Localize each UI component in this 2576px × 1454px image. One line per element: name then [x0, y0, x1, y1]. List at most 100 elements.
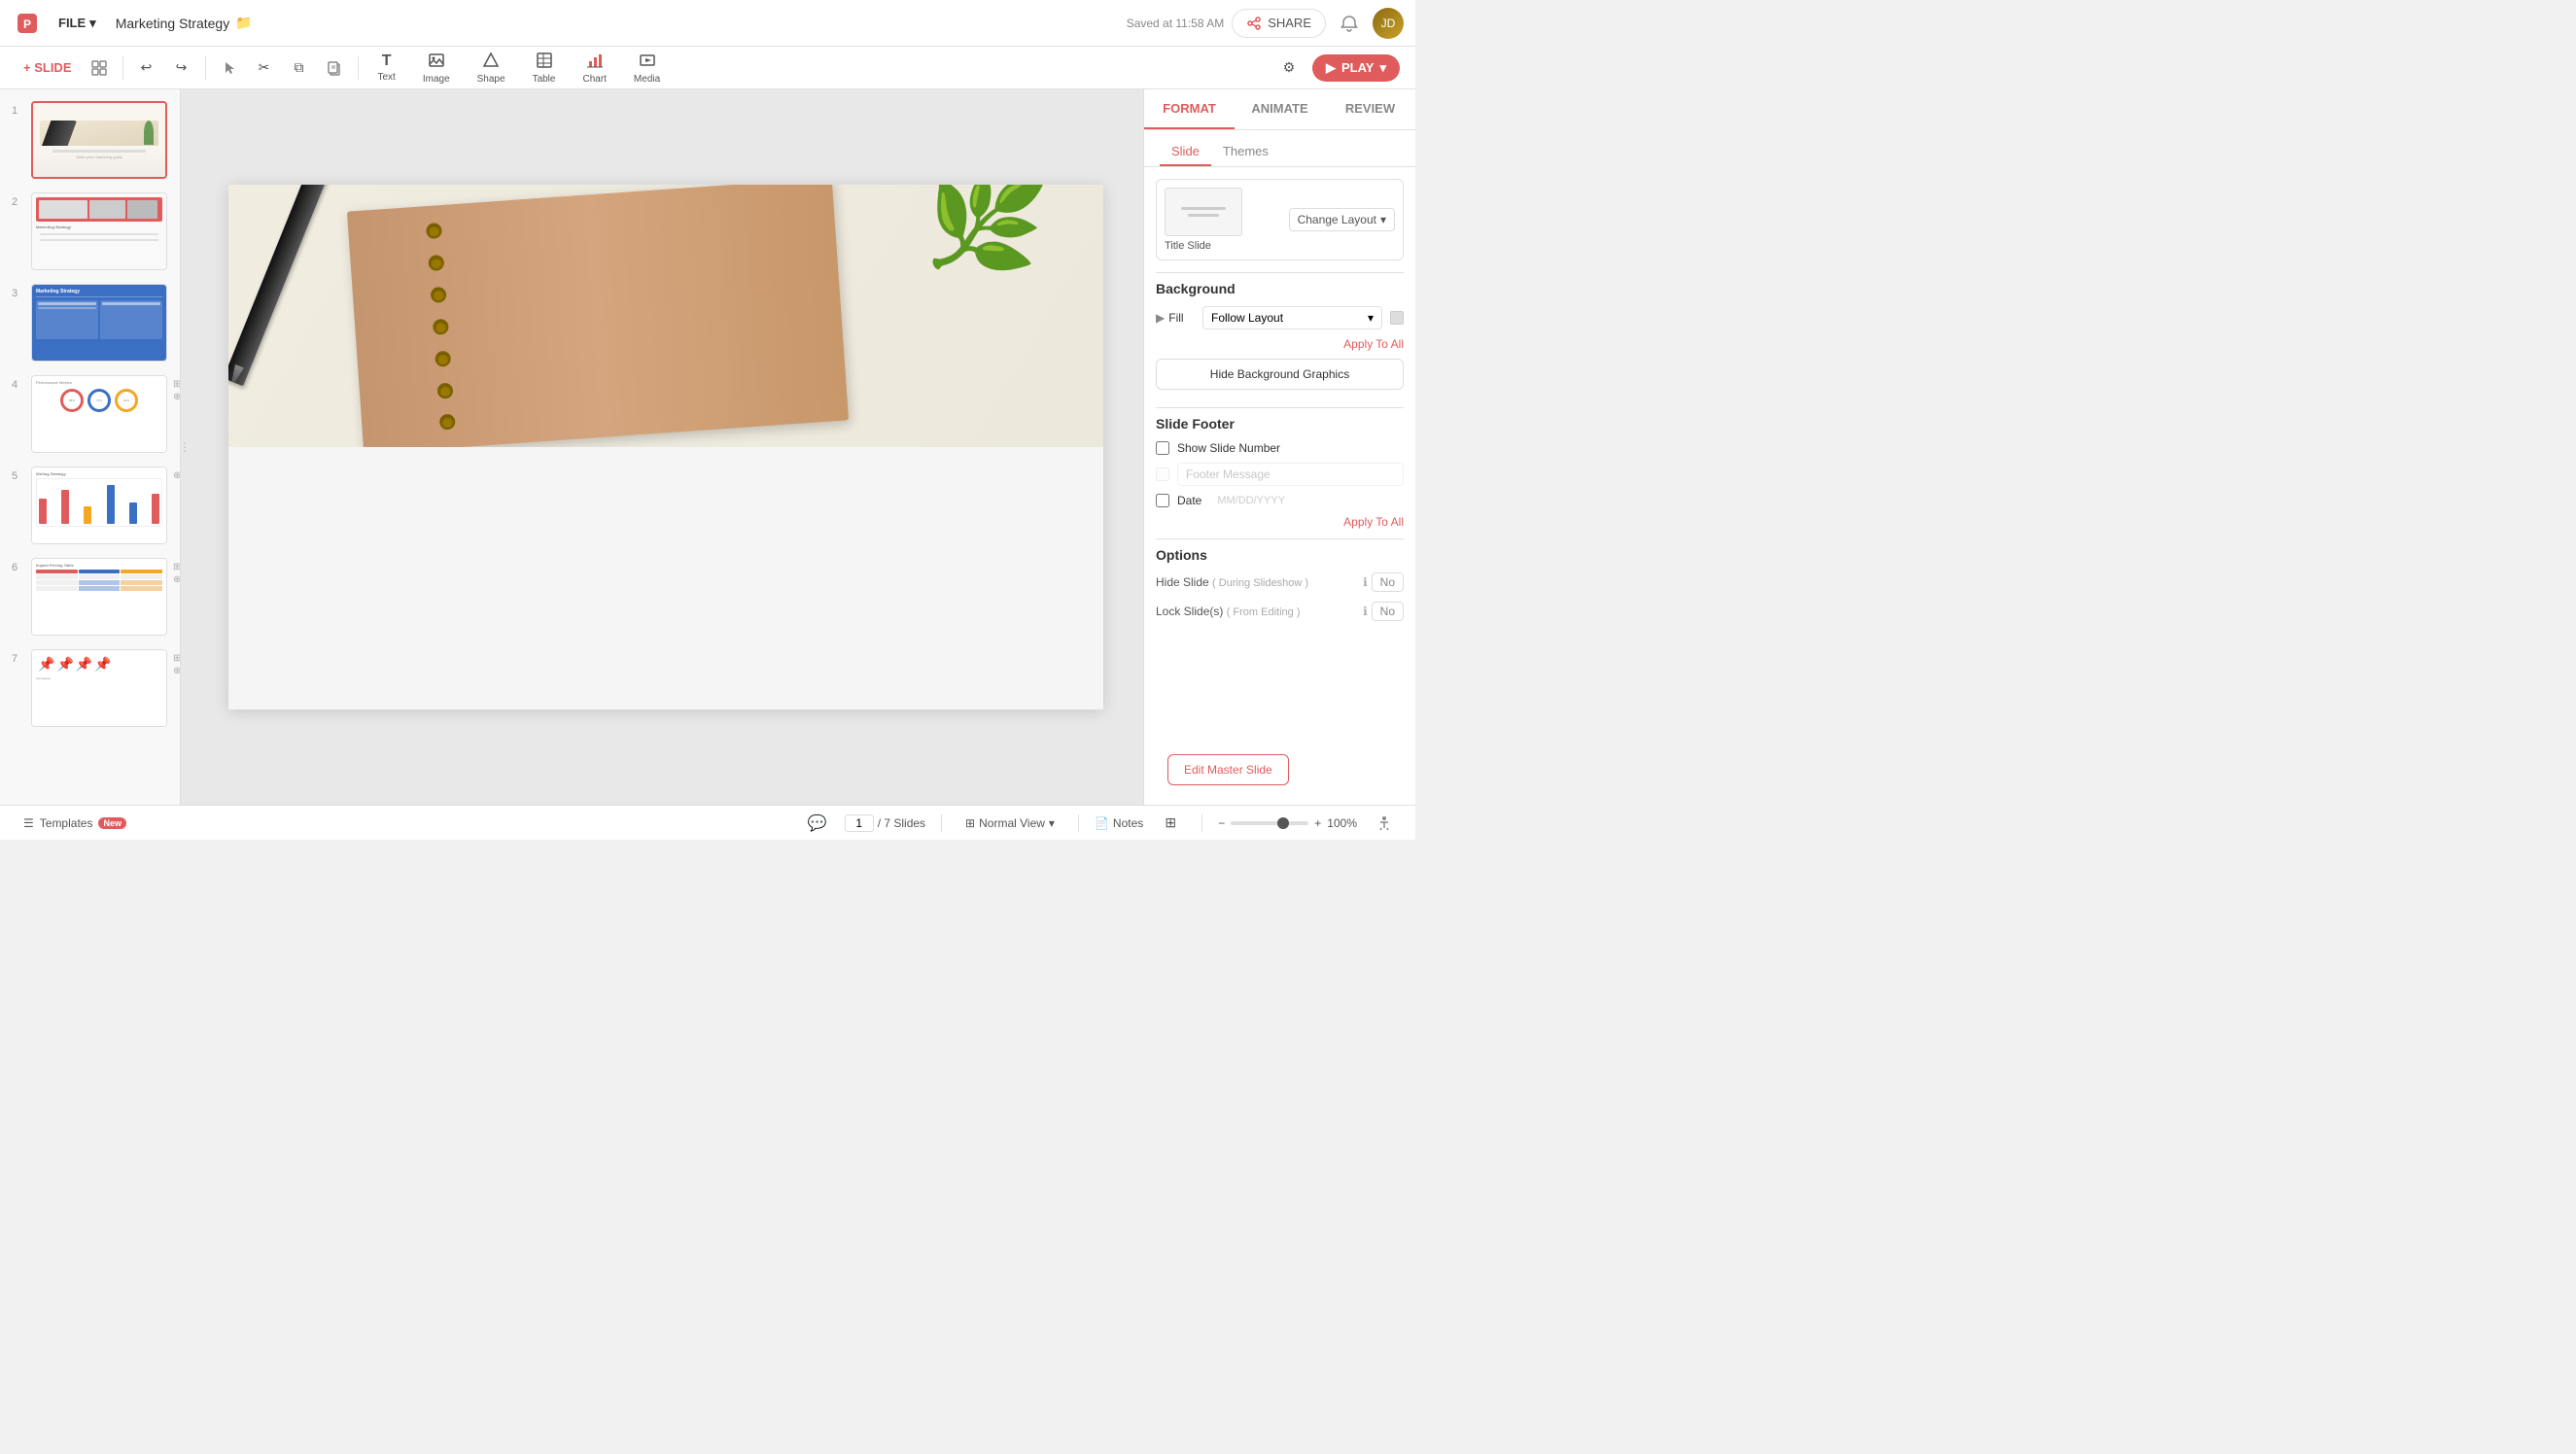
slide-preview-3[interactable]: Marketing Strategy [31, 284, 167, 362]
plant-visual: 🌿 [917, 185, 1053, 282]
slide-thumb-5[interactable]: 5 Writing Strategy [8, 463, 172, 548]
bottom-divider-3 [1201, 814, 1202, 832]
paste-icon[interactable] [319, 52, 350, 84]
footer-apply-all[interactable]: Apply To All [1156, 515, 1404, 529]
scissors-icon[interactable]: ✂ [249, 52, 280, 84]
show-slide-number-checkbox[interactable] [1156, 441, 1169, 455]
background-section: Background ▶ Fill Follow Layout ▾ Apply … [1156, 281, 1404, 399]
slide-thumb-3[interactable]: 3 Marketing Strategy [8, 280, 172, 365]
fill-dropdown[interactable]: Follow Layout ▾ [1202, 306, 1382, 329]
bottom-right: 💬 / 7 Slides ⊞ Normal View ▾ 📄 Notes ⊞ −… [802, 808, 1400, 839]
hide-slide-no[interactable]: No [1372, 572, 1404, 592]
share-button[interactable]: SHARE [1232, 9, 1326, 38]
cursor-icon[interactable] [214, 52, 245, 84]
accessibility-icon[interactable] [1369, 808, 1400, 839]
options-section: Options Hide Slide ( During Slideshow ) … [1156, 547, 1404, 621]
slide-preview-4[interactable]: Performance Metrics 85% 72% 91% [31, 375, 167, 453]
slide-preview-5[interactable]: Writing Strategy [31, 467, 167, 544]
templates-button[interactable]: ☰ Templates New [16, 813, 134, 834]
slide-thumb-1[interactable]: 1 State your marketing goals [8, 97, 172, 183]
page-total: / 7 Slides [878, 816, 925, 830]
redo-icon[interactable]: ↪ [166, 52, 197, 84]
apply-to-all-link[interactable]: Apply To All [1156, 337, 1404, 351]
zoom-out-icon[interactable]: − [1218, 816, 1225, 830]
svg-text:P: P [23, 17, 31, 31]
date-checkbox[interactable] [1156, 494, 1169, 507]
hide-background-graphics-button[interactable]: Hide Background Graphics [1156, 359, 1404, 390]
play-button[interactable]: ▶ PLAY ▾ [1312, 54, 1400, 82]
resize-handle[interactable]: ⋮ [181, 89, 189, 805]
right-content: Title Slide Change Layout ▾ Background ▶… [1144, 167, 1415, 746]
change-layout-label: Change Layout [1298, 213, 1376, 226]
divider-3 [1156, 538, 1404, 539]
current-page-input[interactable] [845, 814, 874, 832]
slide-icons-4: ⊞ ⊕ [173, 379, 181, 402]
edit-master-slide-button[interactable]: Edit Master Slide [1167, 754, 1289, 785]
user-avatar[interactable]: JD [1373, 8, 1404, 39]
page-indicator: / 7 Slides [845, 814, 925, 832]
grid-view-icon[interactable] [84, 52, 115, 84]
slide-thumb-7[interactable]: 7 📌 📌 📌 📌 Icon layout ⊞ ⊕ [8, 645, 172, 731]
sub-tab-slide[interactable]: Slide [1160, 138, 1211, 166]
tab-review[interactable]: REVIEW [1325, 89, 1415, 129]
tab-animate[interactable]: ANIMATE [1235, 89, 1325, 129]
slide-thumb-6[interactable]: 6 Impact Pricing Table ⊞ ⊕ [8, 554, 172, 640]
footer-message-checkbox[interactable] [1156, 467, 1169, 481]
notes-button[interactable]: 📄 Notes [1095, 816, 1143, 830]
text-tool[interactable]: T Text [366, 49, 407, 87]
add-slide-label: + SLIDE [23, 60, 72, 75]
grid-slides-icon[interactable]: ⊞ [1155, 808, 1186, 839]
file-menu[interactable]: FILE ▾ [51, 12, 104, 35]
media-icon [639, 52, 656, 72]
chat-icon[interactable]: 💬 [802, 808, 833, 839]
table-tool[interactable]: Table [521, 48, 568, 88]
date-value: MM/DD/YYYY [1217, 495, 1404, 506]
zoom-slider[interactable] [1231, 821, 1308, 825]
document-title: Marketing Strategy 📁 [116, 15, 253, 31]
change-layout-chevron: ▾ [1380, 213, 1386, 226]
notifications-icon[interactable] [1334, 8, 1365, 39]
background-title: Background [1156, 281, 1404, 296]
slide-preview-2[interactable]: Marketing Strategy [31, 192, 167, 270]
fill-color-swatch[interactable] [1390, 311, 1404, 325]
view-selector[interactable]: ⊞ Normal View ▾ [957, 813, 1062, 834]
slides-panel: 1 State your marketing goals 2 [0, 89, 181, 805]
settings-icon[interactable]: ⚙ [1273, 52, 1305, 84]
tab-format[interactable]: FORMAT [1144, 89, 1235, 129]
slide-preview-7[interactable]: 📌 📌 📌 📌 Icon layout [31, 649, 167, 727]
main-content: 1 State your marketing goals 2 [0, 89, 1415, 805]
slide-preview-6[interactable]: Impact Pricing Table [31, 558, 167, 636]
sub-tab-themes[interactable]: Themes [1211, 138, 1280, 166]
lock-slide-no[interactable]: No [1372, 602, 1404, 621]
shape-tool[interactable]: Shape [466, 48, 517, 88]
copy-icon[interactable]: ⧉ [284, 52, 315, 84]
media-tool[interactable]: Media [622, 48, 672, 88]
slide-canvas[interactable]: 🌿 [228, 185, 1103, 710]
hide-slide-toggle: ℹ No [1363, 572, 1404, 592]
zoom-in-icon[interactable]: + [1314, 816, 1321, 830]
image-tool[interactable]: Image [411, 48, 462, 88]
change-layout-button[interactable]: Change Layout ▾ [1289, 208, 1395, 231]
slide-icons-5: ⊕ [173, 470, 181, 481]
footer-message-input[interactable] [1177, 463, 1404, 486]
undo-icon[interactable]: ↩ [131, 52, 162, 84]
ring-5 [435, 350, 451, 366]
zoom-thumb[interactable] [1277, 817, 1289, 829]
chart-tool[interactable]: Chart [571, 48, 617, 88]
ring-7 [439, 414, 456, 431]
ring-3 [431, 287, 447, 303]
share-icon [1246, 16, 1262, 31]
add-slide-button[interactable]: + SLIDE [16, 56, 80, 79]
slide-num-3: 3 [12, 288, 25, 299]
fill-row: ▶ Fill Follow Layout ▾ [1156, 306, 1404, 329]
app-logo[interactable]: P [12, 8, 43, 39]
ring-4 [433, 319, 449, 335]
notebook-body [347, 185, 849, 447]
lock-slide-toggle-icon[interactable]: ℹ [1363, 605, 1368, 618]
slide-thumb-4[interactable]: 4 Performance Metrics 85% 72% 91% ⊞ ⊕ [8, 371, 172, 457]
slide-preview-1[interactable]: State your marketing goals [31, 101, 167, 179]
save-status: Saved at 11:58 AM [1127, 17, 1225, 30]
lock-slide-toggle: ℹ No [1363, 602, 1404, 621]
hide-slide-toggle-icon[interactable]: ℹ [1363, 575, 1368, 589]
slide-thumb-2[interactable]: 2 Marketing Strategy [8, 189, 172, 274]
